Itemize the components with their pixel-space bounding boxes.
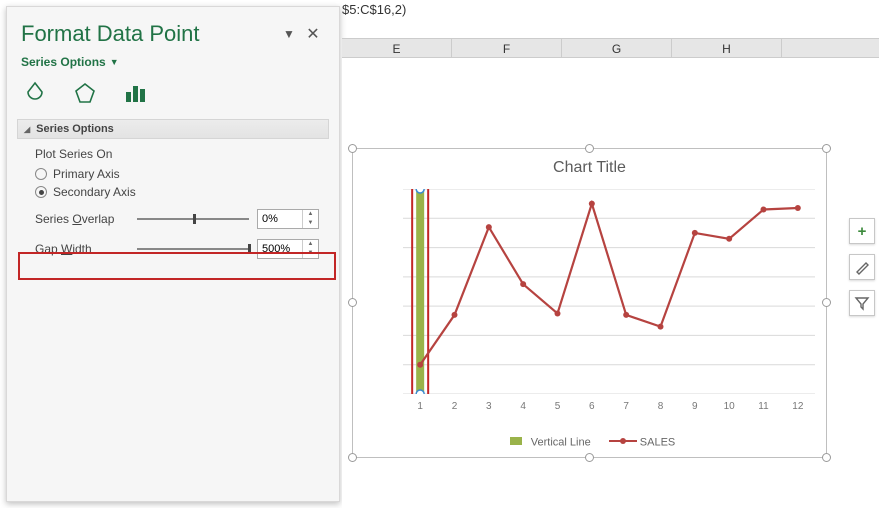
gap-width-slider[interactable] bbox=[137, 242, 249, 256]
legend-item-sales[interactable]: SALES bbox=[609, 436, 676, 449]
legend-label: SALES bbox=[640, 436, 675, 448]
col-header[interactable]: H bbox=[672, 39, 782, 57]
radio-icon bbox=[35, 168, 47, 180]
svg-text:8: 8 bbox=[658, 401, 664, 412]
spinner-up[interactable]: ▲ bbox=[303, 210, 318, 219]
format-data-point-pane: Format Data Point ▼ ✕ Series Options ▼ bbox=[6, 6, 340, 502]
secondary-axis-label: Secondary Axis bbox=[53, 185, 136, 199]
spinner-down[interactable]: ▼ bbox=[303, 219, 318, 228]
svg-text:10: 10 bbox=[724, 401, 736, 412]
pane-title: Format Data Point bbox=[21, 21, 277, 47]
svg-text:11: 11 bbox=[758, 401, 769, 412]
gap-width-label: Gap Width bbox=[35, 242, 129, 256]
series-overlap-row: Series Overlap ▲▼ bbox=[35, 209, 319, 229]
legend-label: Vertical Line bbox=[531, 436, 591, 448]
fill-and-line-tab-icon[interactable] bbox=[21, 79, 49, 107]
secondary-axis-radio[interactable]: Secondary Axis bbox=[35, 185, 319, 199]
series-options-label: Series Options bbox=[21, 55, 106, 69]
chart-x-axis: 123456789101112 bbox=[403, 397, 815, 413]
svg-text:4: 4 bbox=[520, 401, 526, 412]
chart-object[interactable]: Chart Title 010,00020,00030,00040,00050,… bbox=[352, 148, 827, 458]
effects-tab-icon[interactable] bbox=[71, 79, 99, 107]
formula-bar-fragment: $5:C$16,2) bbox=[342, 2, 406, 17]
spinner-down[interactable]: ▼ bbox=[303, 249, 318, 258]
col-header[interactable]: E bbox=[342, 39, 452, 57]
section-header-label: Series Options bbox=[36, 123, 114, 135]
svg-text:1: 1 bbox=[417, 401, 423, 412]
svg-text:7: 7 bbox=[623, 401, 629, 412]
series-options-section-header[interactable]: ◢ Series Options bbox=[17, 119, 329, 139]
worksheet-grid[interactable]: Chart Title 010,00020,00030,00040,00050,… bbox=[342, 58, 879, 508]
pane-options-dropdown[interactable]: ▼ bbox=[277, 27, 301, 41]
series-options-tab-icon[interactable] bbox=[121, 79, 149, 107]
chart-legend[interactable]: Vertical Line SALES bbox=[353, 436, 826, 449]
plot-series-on-label: Plot Series On bbox=[35, 147, 319, 161]
series-options-dropdown[interactable]: Series Options ▼ bbox=[7, 53, 339, 77]
gap-width-value[interactable] bbox=[258, 240, 302, 258]
svg-text:2: 2 bbox=[452, 401, 458, 412]
svg-text:12: 12 bbox=[792, 401, 804, 412]
col-header[interactable]: G bbox=[562, 39, 672, 57]
chevron-down-icon: ▼ bbox=[110, 57, 119, 67]
series-overlap-input[interactable]: ▲▼ bbox=[257, 209, 319, 229]
column-headers: E F G H bbox=[342, 38, 879, 58]
pane-close-button[interactable]: ✕ bbox=[301, 24, 325, 44]
primary-axis-radio[interactable]: Primary Axis bbox=[35, 167, 319, 181]
svg-text:5: 5 bbox=[555, 401, 561, 412]
collapse-triangle-icon: ◢ bbox=[24, 125, 30, 134]
chart-title[interactable]: Chart Title bbox=[353, 159, 826, 177]
primary-axis-label: Primary Axis bbox=[53, 167, 120, 181]
series-overlap-value[interactable] bbox=[258, 210, 302, 228]
filter-icon bbox=[854, 295, 870, 311]
col-header[interactable]: F bbox=[452, 39, 562, 57]
brush-icon bbox=[854, 259, 870, 275]
series-overlap-slider[interactable] bbox=[137, 212, 249, 226]
chart-plot-area[interactable]: 010,00020,00030,00040,00050,00060,00070,… bbox=[403, 189, 815, 394]
radio-icon bbox=[35, 186, 47, 198]
gap-width-row: Gap Width ▲▼ bbox=[35, 239, 319, 259]
chart-elements-button[interactable]: + bbox=[849, 218, 875, 244]
series-overlap-label: Series Overlap bbox=[35, 212, 129, 226]
chart-floating-tools: + bbox=[849, 218, 875, 316]
svg-text:3: 3 bbox=[486, 401, 492, 412]
legend-item-vertical-line[interactable]: Vertical Line bbox=[504, 436, 591, 449]
chart-styles-button[interactable] bbox=[849, 254, 875, 280]
gap-width-input[interactable]: ▲▼ bbox=[257, 239, 319, 259]
svg-text:9: 9 bbox=[692, 401, 698, 412]
svg-text:6: 6 bbox=[589, 401, 595, 412]
spinner-up[interactable]: ▲ bbox=[303, 240, 318, 249]
chart-filters-button[interactable] bbox=[849, 290, 875, 316]
